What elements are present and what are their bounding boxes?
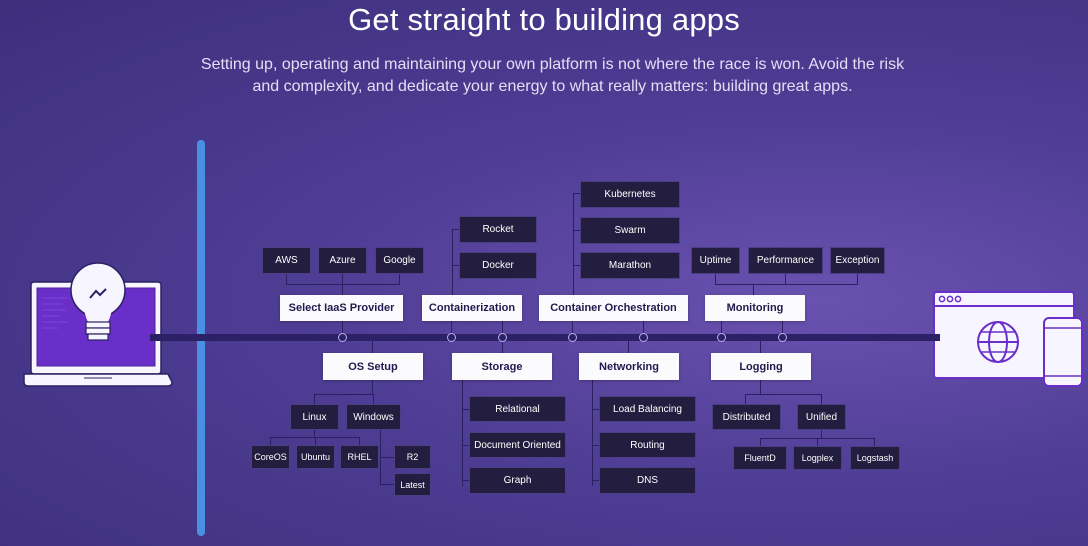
option-docker: Docker — [459, 252, 537, 279]
timeline — [150, 334, 940, 341]
option-graph: Graph — [469, 467, 566, 494]
option-marathon: Marathon — [580, 252, 680, 279]
option-fluentd: FluentD — [733, 446, 787, 470]
timeline-node — [717, 333, 726, 342]
category-logging: Logging — [711, 353, 811, 380]
option-latest: Latest — [394, 473, 431, 496]
option-uptime: Uptime — [691, 247, 740, 274]
option-exception: Exception — [830, 247, 885, 274]
option-coreos: CoreOS — [251, 445, 290, 469]
page-subtitle: Setting up, operating and maintaining yo… — [200, 56, 905, 95]
option-ubuntu: Ubuntu — [296, 445, 335, 469]
option-performance: Performance — [748, 247, 823, 274]
option-load-balancing: Load Balancing — [599, 396, 696, 422]
category-storage: Storage — [452, 353, 552, 380]
option-document-oriented: Document Oriented — [469, 432, 566, 458]
category-monitoring: Monitoring — [705, 295, 805, 321]
option-rhel: RHEL — [340, 445, 379, 469]
timeline-node — [498, 333, 507, 342]
option-routing: Routing — [599, 432, 696, 458]
option-google: Google — [375, 247, 424, 274]
option-swarm: Swarm — [580, 217, 680, 244]
timeline-node — [447, 333, 456, 342]
option-unified: Unified — [797, 404, 846, 430]
browser-mobile-icon — [933, 291, 1083, 387]
timeline-node — [639, 333, 648, 342]
category-container-orchestration: Container Orchestration — [539, 295, 688, 321]
option-distributed: Distributed — [712, 404, 781, 430]
category-os-setup: OS Setup — [323, 353, 423, 380]
category-iaas-provider: Select IaaS Provider — [280, 295, 403, 321]
option-logstash: Logstash — [850, 446, 900, 470]
category-networking: Networking — [579, 353, 679, 380]
timeline-node — [778, 333, 787, 342]
option-relational: Relational — [469, 396, 566, 422]
option-logplex: Logplex — [793, 446, 842, 470]
option-aws: AWS — [262, 247, 311, 274]
page-title: Get straight to building apps — [348, 2, 740, 37]
option-linux: Linux — [290, 404, 339, 430]
option-dns: DNS — [599, 467, 696, 494]
option-windows: Windows — [346, 404, 401, 430]
category-containerization: Containerization — [422, 295, 522, 321]
option-kubernetes: Kubernetes — [580, 181, 680, 208]
option-azure: Azure — [318, 247, 367, 274]
laptop-lightbulb-icon — [23, 262, 173, 387]
option-r2: R2 — [394, 445, 431, 469]
option-rocket: Rocket — [459, 216, 537, 243]
timeline-node — [568, 333, 577, 342]
timeline-node — [338, 333, 347, 342]
